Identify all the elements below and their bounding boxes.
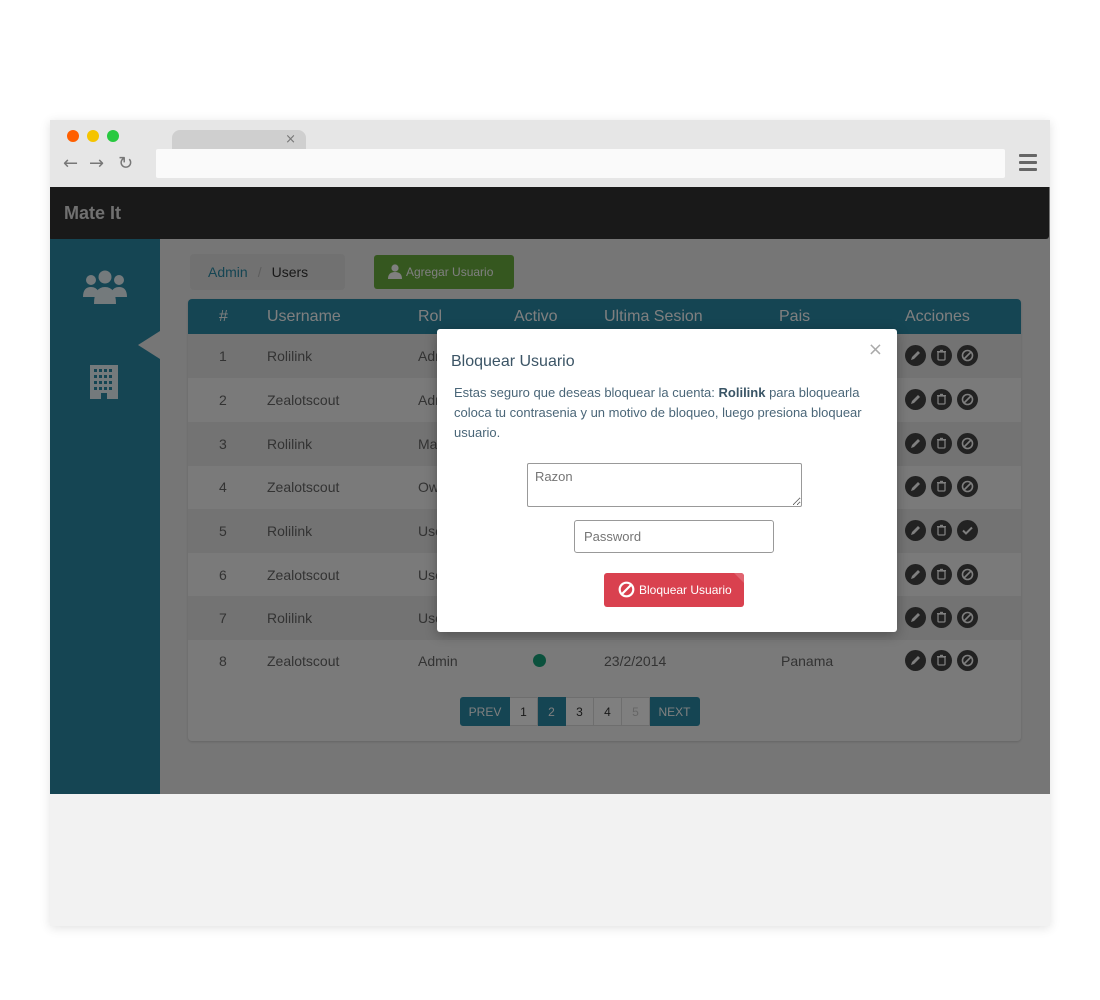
password-input[interactable]: [574, 520, 774, 553]
reason-textarea[interactable]: [527, 463, 802, 507]
block-user-button[interactable]: Bloquear Usuario: [604, 573, 744, 607]
window-minimize-dot[interactable]: [87, 130, 99, 142]
block-user-label: Bloquear Usuario: [639, 583, 732, 597]
modal-title: Bloquear Usuario: [451, 353, 575, 370]
browser-chrome: × ← → ↻: [50, 120, 1050, 187]
modal-message: Estas seguro que deseas bloquear la cuen…: [454, 383, 884, 443]
back-arrow-icon[interactable]: ←: [63, 153, 78, 174]
block-icon: [618, 581, 635, 598]
modal-message-before: Estas seguro que deseas bloquear la cuen…: [454, 385, 719, 400]
block-user-modal: × Bloquear Usuario Estas seguro que dese…: [437, 329, 897, 632]
browser-menu-icon[interactable]: [1019, 154, 1037, 172]
tab-close-icon[interactable]: ×: [285, 132, 296, 147]
app-page: Mate It: [50, 187, 1050, 794]
modal-close-icon[interactable]: ×: [868, 339, 883, 360]
forward-arrow-icon[interactable]: →: [89, 153, 104, 174]
modal-account-name: Rolilink: [718, 385, 766, 400]
address-bar[interactable]: [156, 149, 1005, 178]
window-close-dot[interactable]: [67, 130, 79, 142]
window-maximize-dot[interactable]: [107, 130, 119, 142]
browser-window: × ← → ↻ Mate It: [50, 120, 1050, 926]
reload-icon[interactable]: ↻: [118, 153, 133, 174]
